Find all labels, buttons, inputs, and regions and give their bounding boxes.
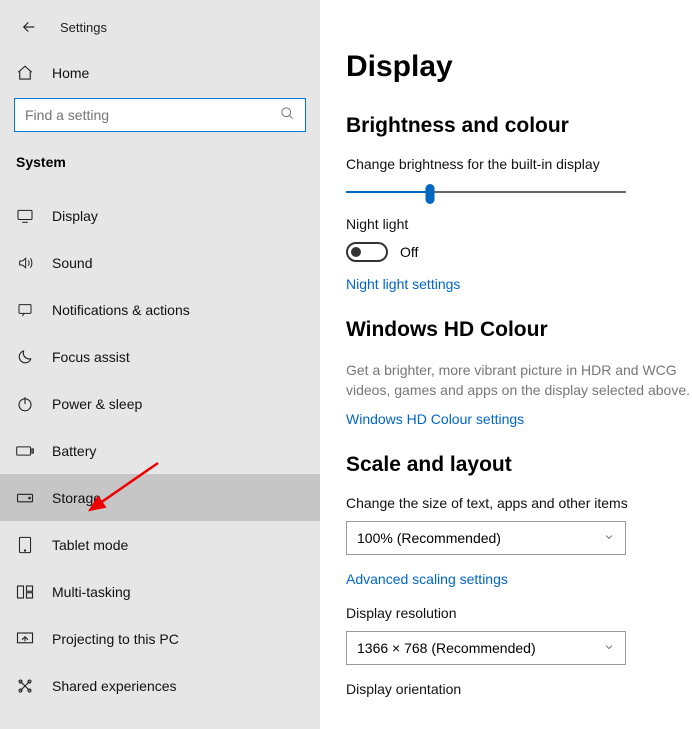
sidebar-item-label: Multi-tasking <box>52 584 131 600</box>
sidebar-item-multitasking[interactable]: Multi-tasking <box>0 568 320 615</box>
content-pane: Display Brightness and colour Change bri… <box>320 0 692 729</box>
sidebar-item-label: Display <box>52 208 98 224</box>
sidebar-item-label: Tablet mode <box>52 537 128 553</box>
resolution-select[interactable]: 1366 × 768 (Recommended) <box>346 631 626 665</box>
brightness-heading: Brightness and colour <box>346 114 692 138</box>
sidebar-item-shared[interactable]: Shared experiences <box>0 662 320 709</box>
page-title: Display <box>346 50 692 84</box>
home-label: Home <box>52 65 89 81</box>
orientation-label: Display orientation <box>346 681 692 697</box>
night-light-state: Off <box>400 244 418 260</box>
sidebar-item-projecting[interactable]: Projecting to this PC <box>0 615 320 662</box>
back-icon[interactable] <box>20 18 38 36</box>
chevron-down-icon <box>603 640 615 656</box>
projecting-icon <box>16 631 34 647</box>
sidebar: Settings Home System Display Sound Notif… <box>0 0 320 729</box>
sidebar-item-battery[interactable]: Battery <box>0 427 320 474</box>
sidebar-item-label: Projecting to this PC <box>52 631 179 647</box>
sidebar-item-power[interactable]: Power & sleep <box>0 380 320 427</box>
sidebar-item-sound[interactable]: Sound <box>0 239 320 286</box>
scale-heading: Scale and layout <box>346 453 692 477</box>
battery-icon <box>16 445 34 457</box>
sidebar-item-label: Power & sleep <box>52 396 142 412</box>
scale-size-label: Change the size of text, apps and other … <box>346 495 692 511</box>
storage-icon <box>16 492 34 504</box>
power-icon <box>16 395 34 413</box>
night-light-toggle[interactable] <box>346 242 388 262</box>
sidebar-item-display[interactable]: Display <box>0 192 320 239</box>
advanced-scaling-link[interactable]: Advanced scaling settings <box>346 571 692 587</box>
home-link[interactable]: Home <box>0 64 320 82</box>
chevron-down-icon <box>603 530 615 546</box>
night-light-settings-link[interactable]: Night light settings <box>346 276 692 292</box>
sidebar-item-focus[interactable]: Focus assist <box>0 333 320 380</box>
hdcolour-heading: Windows HD Colour <box>346 318 692 342</box>
home-icon <box>16 64 34 82</box>
multitasking-icon <box>16 584 34 600</box>
sound-icon <box>16 255 34 271</box>
focus-icon <box>16 348 34 366</box>
notifications-icon <box>16 302 34 318</box>
search-icon <box>280 106 295 124</box>
window-title: Settings <box>60 20 107 35</box>
sidebar-item-label: Sound <box>52 255 92 271</box>
sidebar-item-label: Battery <box>52 443 96 459</box>
sidebar-item-storage[interactable]: Storage <box>0 474 320 521</box>
brightness-slider-label: Change brightness for the built-in displ… <box>346 156 692 172</box>
sidebar-item-label: Focus assist <box>52 349 130 365</box>
resolution-label: Display resolution <box>346 605 692 621</box>
tablet-icon <box>16 536 34 554</box>
sidebar-item-label: Shared experiences <box>52 678 177 694</box>
night-light-label: Night light <box>346 216 692 232</box>
hdcolour-link[interactable]: Windows HD Colour settings <box>346 411 692 427</box>
search-box[interactable] <box>14 98 306 132</box>
section-label: System <box>0 154 320 170</box>
sidebar-item-label: Notifications & actions <box>52 302 190 318</box>
sidebar-item-notifications[interactable]: Notifications & actions <box>0 286 320 333</box>
shared-icon <box>16 677 34 695</box>
brightness-slider[interactable] <box>346 182 626 202</box>
sidebar-item-tablet[interactable]: Tablet mode <box>0 521 320 568</box>
scale-size-value: 100% (Recommended) <box>357 530 501 546</box>
sidebar-item-label: Storage <box>52 490 101 506</box>
search-input[interactable] <box>25 107 280 123</box>
resolution-value: 1366 × 768 (Recommended) <box>357 640 536 656</box>
scale-size-select[interactable]: 100% (Recommended) <box>346 521 626 555</box>
hdcolour-desc: Get a brighter, more vibrant picture in … <box>346 360 692 401</box>
display-icon <box>16 209 34 223</box>
